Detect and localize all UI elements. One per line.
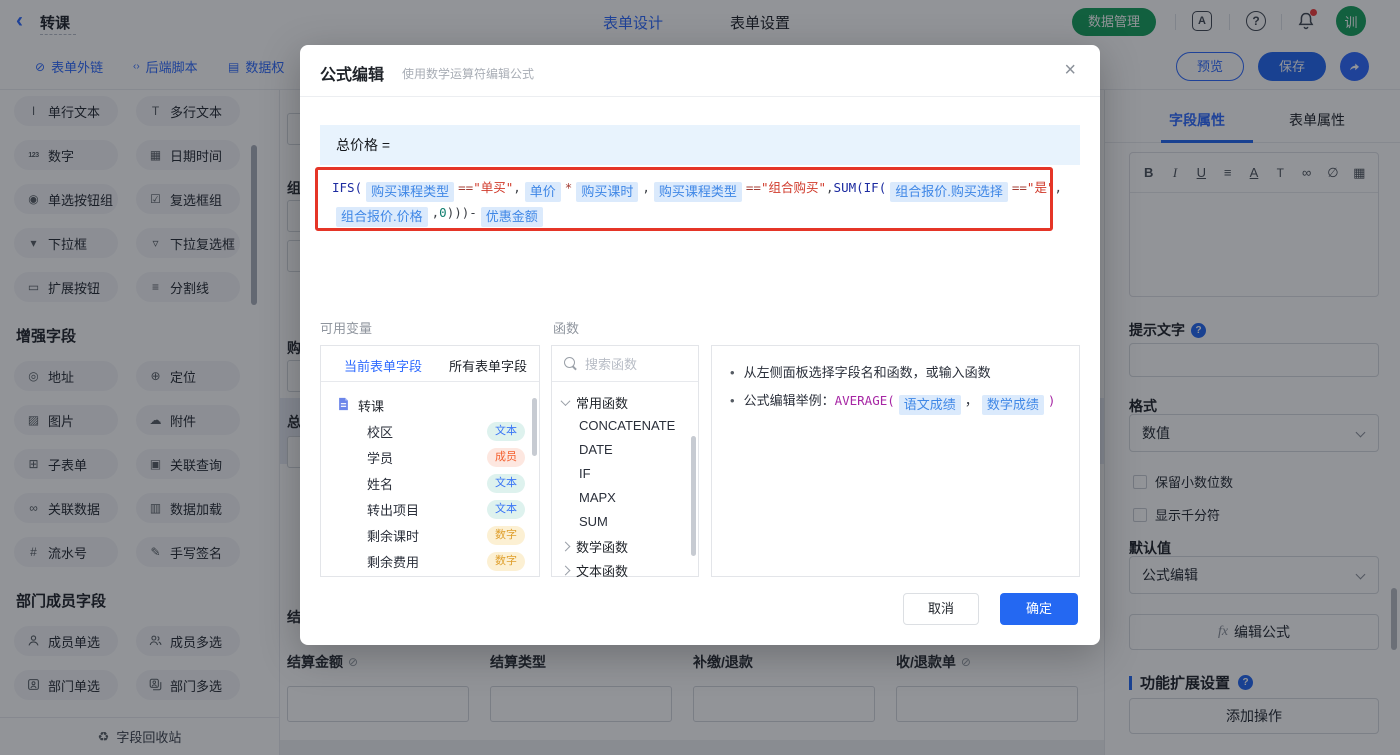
tip-example-field-chip: 数学成绩 (981, 395, 1044, 415)
variable-name: 姓名 (367, 476, 394, 492)
variable-name: 转出项目 (367, 502, 420, 518)
formula-field-chip[interactable]: 组合报价.购买选择 (890, 182, 1008, 202)
formula-line-1: IFS(购买课程类型 =="单买", 单价 * 购买课时, 购买课程类型 =="组合购买",… (332, 177, 1062, 202)
variable-row-转出项目[interactable]: 转出项目 文本 (321, 496, 539, 522)
formula-token-str: "单买" (473, 180, 514, 195)
formula-token-op: == (745, 180, 761, 195)
formula-token-fn: SUM( (833, 180, 864, 195)
formula-field-chip[interactable]: 购买课程类型 (366, 182, 455, 202)
function-group-name: 常用函数 (576, 395, 629, 411)
chevron-right-icon (560, 541, 571, 551)
search-placeholder: 搜索函数 (585, 357, 638, 372)
formula-field-chip[interactable]: 购买课程类型 (653, 182, 742, 202)
confirm-button[interactable]: 确定 (1000, 593, 1078, 625)
function-group-常用函数[interactable]: 常用函数 (552, 390, 698, 414)
formula-field-chip[interactable]: 单价 (524, 182, 561, 202)
close-icon[interactable]: × (1064, 59, 1076, 82)
tip-example-field-chip: 语文成绩 (898, 395, 961, 415)
chevron-right-icon (560, 565, 571, 575)
tips-panel: • 从左侧面板选择字段名和函数，或输入函数 • 公式编辑举例：AVERAGE(语… (711, 345, 1080, 577)
variable-type-badge: 文本 (487, 421, 525, 441)
formula-code-editor[interactable]: IFS(购买课程类型 =="单买", 单价 * 购买课时, 购买课程类型 =="组合购买",… (320, 165, 1080, 325)
modal-title: 公式编辑 (320, 67, 385, 84)
formula-token-plain: , (1054, 180, 1063, 195)
modal-subtitle: 使用数学运算符编辑公式 (402, 67, 535, 81)
functions-scrollbar[interactable] (691, 436, 696, 556)
formula-token-plain: )))- (446, 205, 477, 220)
function-group-name: 文本函数 (576, 563, 629, 579)
variable-form-node[interactable]: 转课 (321, 392, 539, 418)
variable-type-badge: 文本 (487, 473, 525, 493)
formula-token-plain: , (513, 180, 521, 195)
formula-field-chip[interactable]: 优惠金额 (480, 207, 543, 227)
variables-tabs: 当前表单字段 所有表单字段 (321, 346, 539, 382)
function-item-MAPX[interactable]: MAPX (552, 486, 698, 510)
function-group-文本函数[interactable]: 文本函数 (552, 558, 698, 582)
variables-scrollbar[interactable] (532, 398, 537, 456)
formula-token-str: "是" (1026, 180, 1055, 195)
chevron-down-icon (560, 395, 571, 406)
function-group-name: 数学函数 (576, 539, 629, 555)
formula-field-chip[interactable]: 组合报价.价格 (336, 207, 428, 227)
function-item-SUM[interactable]: SUM (552, 510, 698, 534)
formula-field-chip[interactable]: 购买课时 (576, 182, 639, 202)
tip-line-1: • 从左侧面板选择字段名和函数，或输入函数 (730, 363, 1061, 383)
variable-name: 学员 (367, 450, 394, 466)
variable-type-badge: 文本 (487, 499, 525, 519)
formula-token-plain: , (826, 180, 834, 195)
variable-type-badge: 数字 (487, 551, 525, 571)
tip-example-close: ) (1047, 393, 1056, 408)
tab-current-form-fields[interactable]: 当前表单字段 (344, 356, 422, 375)
formula-target: 总价格 = (320, 125, 1080, 165)
form-doc-icon (337, 397, 350, 414)
variable-row-剩余课时[interactable]: 剩余课时 数字 (321, 522, 539, 548)
formula-token-plain: , (642, 180, 650, 195)
variable-row-学员[interactable]: 学员 成员 (321, 444, 539, 470)
tab-all-form-fields[interactable]: 所有表单字段 (449, 356, 527, 375)
function-item-IF[interactable]: IF (552, 462, 698, 486)
functions-panel: 搜索函数 常用函数 CONCATENATE DATE IF MAPX SUM 数学函数文本函… (551, 345, 699, 579)
function-search-input[interactable]: 搜索函数 (552, 346, 698, 382)
function-item-DATE[interactable]: DATE (552, 438, 698, 462)
tip-line-2: • 公式编辑举例：AVERAGE(语文成绩，数学成绩) (730, 391, 1061, 415)
functions-section-label: 函数 (553, 321, 580, 336)
tip-example-function: AVERAGE( (834, 393, 895, 408)
variable-form-name: 转课 (358, 398, 385, 414)
formula-token-op: == (1011, 180, 1027, 195)
formula-line-2: 组合报价.价格 ,0)))- 优惠金额 (332, 205, 547, 227)
variable-type-badge: 数字 (487, 525, 525, 545)
tip-example-separator: ， (964, 393, 978, 408)
formula-token-fn: IF( (863, 180, 887, 195)
variable-row-校区[interactable]: 校区 文本 (321, 418, 539, 444)
formula-token-str: "组合购买" (760, 180, 827, 195)
search-icon (564, 357, 577, 370)
function-item-CONCATENATE[interactable]: CONCATENATE (552, 414, 698, 438)
variable-name: 校区 (367, 424, 394, 440)
tip-example-prefix: 公式编辑举例： (743, 393, 835, 408)
formula-editor-modal: 公式编辑 使用数学运算符编辑公式 × 总价格 = IFS(购买课程类型 =="单买… (300, 45, 1100, 645)
function-group-数学函数[interactable]: 数学函数 (552, 534, 698, 558)
variable-type-badge: 成员 (487, 447, 525, 467)
formula-token-op: * (564, 180, 573, 195)
bullet-icon: • (730, 365, 735, 380)
variable-name: 剩余费用 (367, 554, 420, 570)
formula-token-fn: IFS( (332, 180, 363, 195)
formula-token-op: == (458, 180, 474, 195)
variable-row-姓名[interactable]: 姓名 文本 (321, 470, 539, 496)
modal-header: 公式编辑 使用数学运算符编辑公式 × (300, 45, 1100, 97)
app-window: ‹ 转课 表单设计 表单设置 数据管理 A ? 训 ⊘ 表单外链 ‹› 后端脚本 ▤ 数据… (0, 0, 1400, 755)
variables-panel: 当前表单字段 所有表单字段 转课 校区 文本 学员 成员 姓名 文本 转出项目 文本 剩余课时 数字… (320, 345, 540, 577)
variables-section-label: 可用变量 (320, 321, 373, 336)
variable-row-剩余费用[interactable]: 剩余费用 数字 (321, 548, 539, 574)
bullet-icon: • (730, 393, 735, 408)
variable-name: 剩余课时 (367, 528, 420, 544)
cancel-button[interactable]: 取消 (903, 593, 979, 625)
formula-token-num: 0 (439, 205, 447, 220)
